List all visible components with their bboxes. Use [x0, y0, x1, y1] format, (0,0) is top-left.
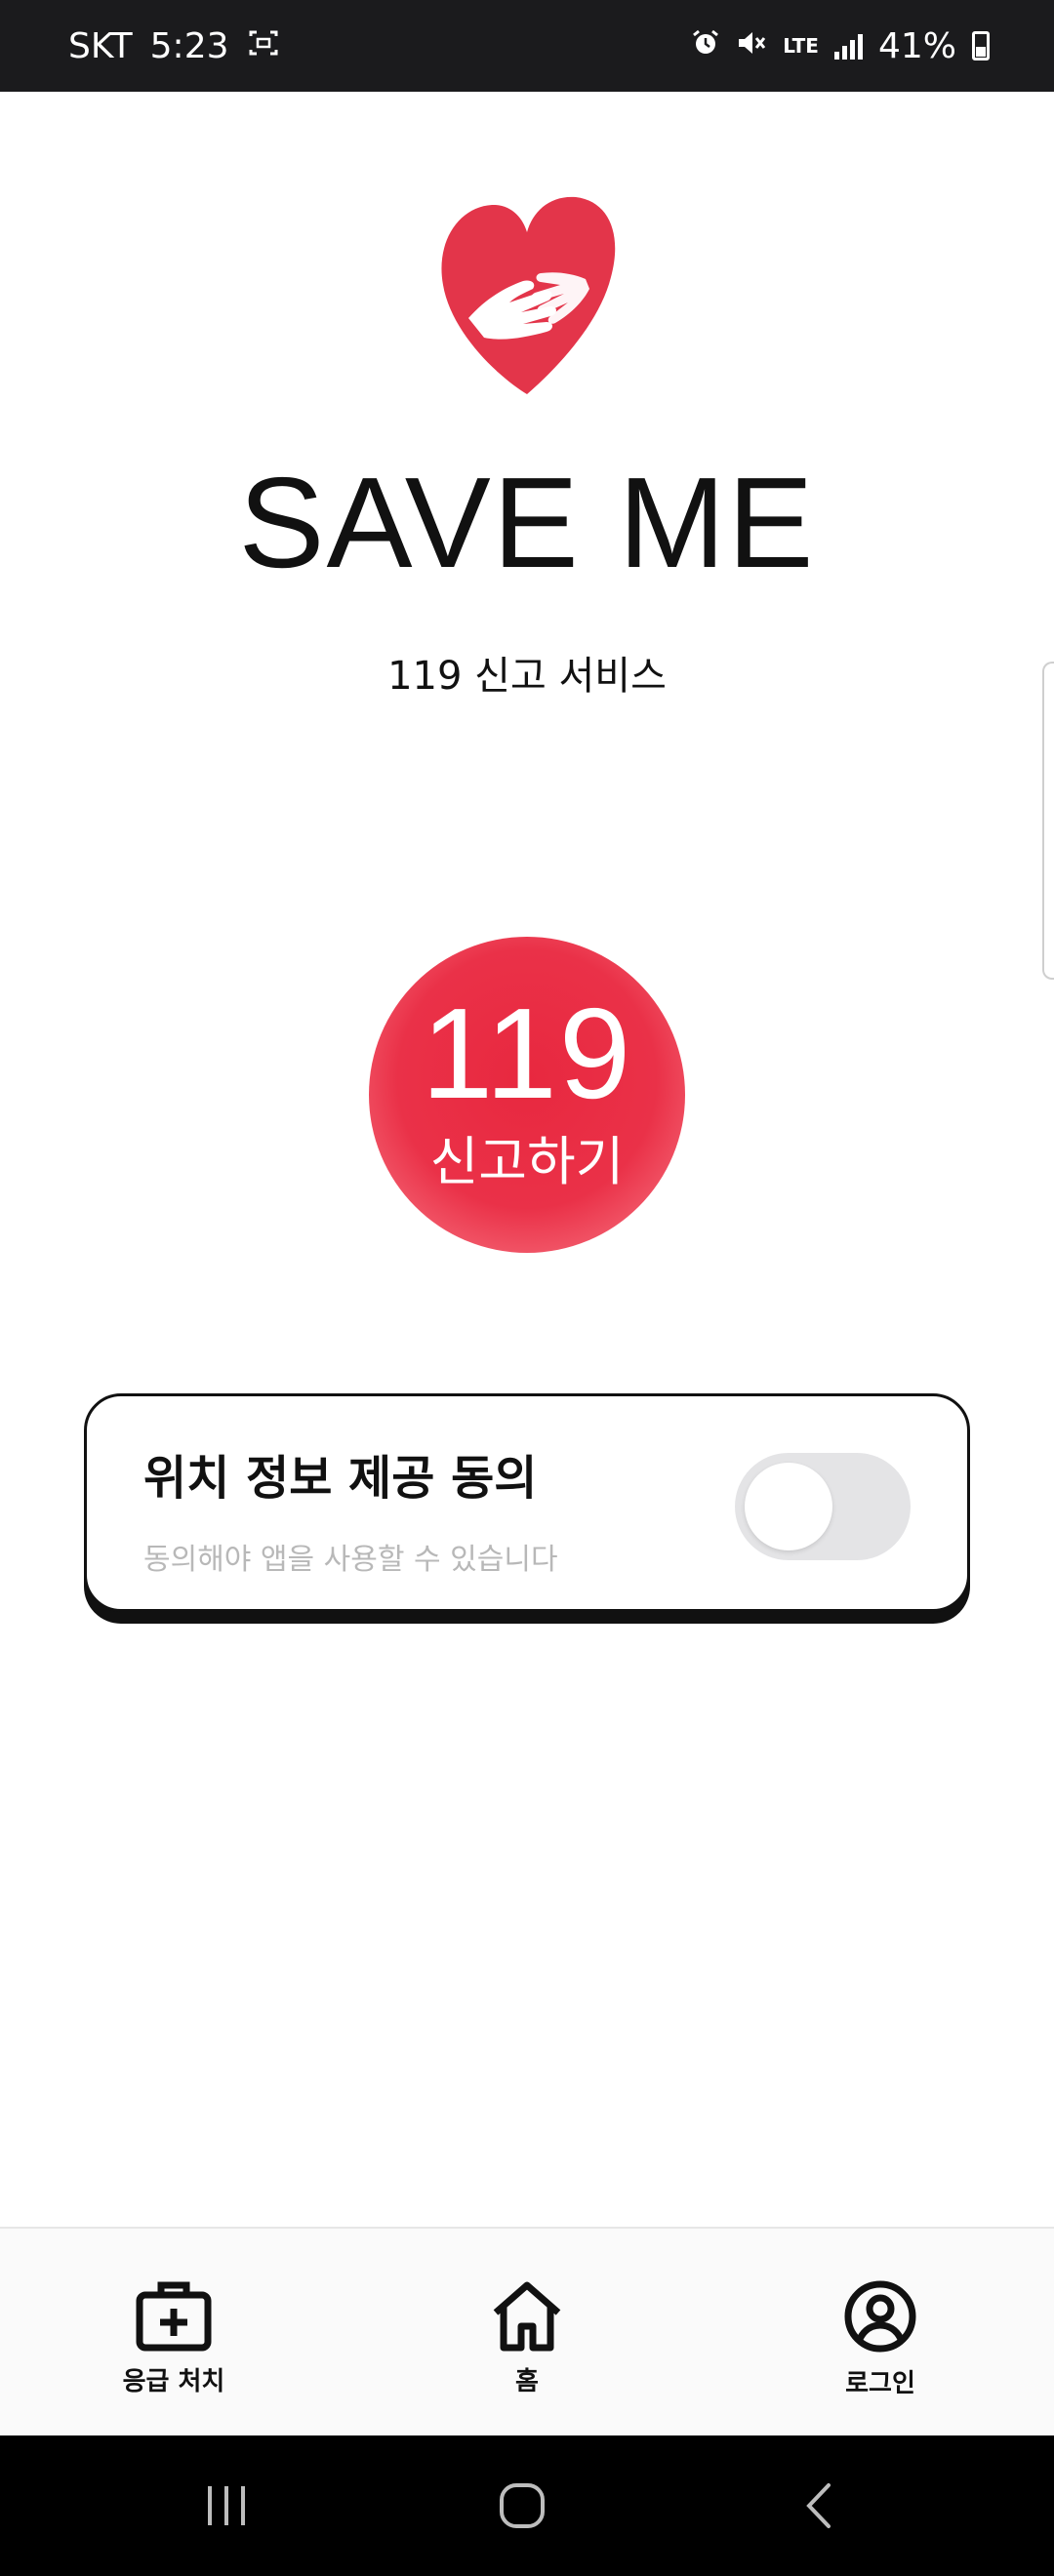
user-circle-icon	[844, 2280, 916, 2353]
emergency-call-button[interactable]: 119 신고하기	[369, 937, 685, 1253]
call-number: 119	[421, 981, 633, 1125]
back-icon	[806, 2483, 831, 2528]
clock: 5:23	[149, 25, 229, 66]
nav-label-first-aid: 응급 처치	[122, 2367, 225, 2396]
lte-icon: LTE	[783, 34, 819, 58]
system-nav-bar	[0, 2435, 1054, 2576]
nav-login[interactable]: 로그인	[763, 2229, 997, 2437]
call-label: 신고하기	[429, 1130, 625, 1192]
battery-icon	[972, 31, 990, 60]
toggle-knob	[745, 1463, 832, 1550]
carrier: SKT	[68, 25, 133, 66]
signal-icon	[833, 32, 863, 60]
system-home-button[interactable]	[444, 2435, 600, 2576]
nav-label-home: 홈	[515, 2367, 539, 2396]
status-left: SKT 5:23	[68, 26, 280, 66]
alarm-icon	[691, 26, 720, 66]
status-right: LTE 41%	[691, 26, 990, 66]
edge-panel-handle[interactable]	[1042, 662, 1054, 980]
nav-first-aid[interactable]: 응급 처치	[57, 2229, 291, 2437]
first-aid-kit-icon	[136, 2281, 212, 2352]
location-consent-toggle[interactable]	[735, 1453, 911, 1560]
nav-home[interactable]: 홈	[410, 2229, 644, 2437]
screen-record-icon	[247, 28, 280, 63]
bottom-nav: 응급 처치 홈 로그인	[0, 2227, 1054, 2435]
location-consent-card: 위치 정보 제공 동의 동의해야 앱을 사용할 수 있습니다	[84, 1393, 970, 1612]
system-back-button[interactable]	[740, 2435, 896, 2576]
recent-apps-icon	[208, 2486, 245, 2525]
app-title: SAVE ME	[238, 451, 816, 594]
battery-level: 41%	[877, 25, 956, 66]
mute-icon	[736, 26, 767, 66]
recent-apps-button[interactable]	[148, 2435, 304, 2576]
status-bar: SKT 5:23 LTE 41%	[0, 0, 1054, 92]
heart-hands-logo	[429, 195, 625, 400]
home-icon	[493, 2281, 561, 2352]
app-subtitle: 119 신고 서비스	[387, 654, 667, 699]
home-circle-icon	[500, 2483, 545, 2528]
nav-label-login: 로그인	[845, 2369, 915, 2398]
consent-title: 위치 정보 제공 동의	[143, 1451, 538, 1506]
consent-description: 동의해야 앱을 사용할 수 있습니다	[143, 1543, 558, 1577]
